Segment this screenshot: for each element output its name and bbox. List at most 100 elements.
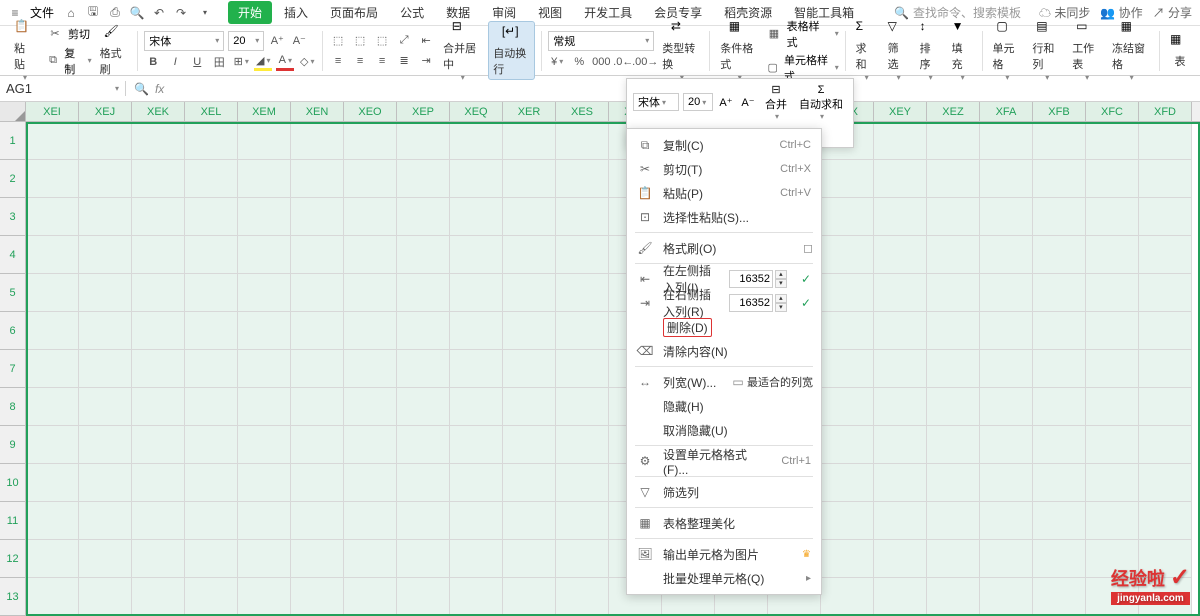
cell[interactable] [238, 312, 291, 350]
insert-right-count[interactable] [729, 294, 773, 312]
tab-insert[interactable]: 插入 [274, 1, 318, 24]
cell[interactable] [821, 160, 874, 198]
row-header[interactable]: 13 [0, 578, 26, 616]
cell[interactable] [26, 122, 79, 160]
strike-button[interactable]: 田 [210, 53, 228, 71]
cell[interactable] [450, 122, 503, 160]
cell[interactable] [1139, 312, 1192, 350]
cell[interactable] [344, 540, 397, 578]
cell[interactable] [450, 426, 503, 464]
cell[interactable] [238, 502, 291, 540]
cell[interactable] [821, 312, 874, 350]
cell[interactable] [291, 350, 344, 388]
cell[interactable] [874, 464, 927, 502]
cell[interactable] [556, 388, 609, 426]
cell[interactable] [1033, 540, 1086, 578]
cell[interactable] [185, 122, 238, 160]
cell[interactable] [291, 464, 344, 502]
cell[interactable] [185, 274, 238, 312]
zoom-fx-icon[interactable]: 🔍 [134, 82, 149, 96]
cell[interactable] [79, 198, 132, 236]
cell[interactable] [344, 388, 397, 426]
cell[interactable] [1086, 502, 1139, 540]
cell[interactable] [79, 350, 132, 388]
cell[interactable] [927, 160, 980, 198]
cell[interactable] [1033, 426, 1086, 464]
cell[interactable] [1086, 122, 1139, 160]
percent-icon[interactable]: % [570, 53, 588, 71]
cell[interactable] [185, 312, 238, 350]
cell[interactable] [185, 426, 238, 464]
cell[interactable] [874, 274, 927, 312]
cell[interactable] [132, 274, 185, 312]
cell[interactable] [450, 198, 503, 236]
cell[interactable] [397, 236, 450, 274]
cell[interactable] [238, 578, 291, 616]
cell[interactable] [927, 274, 980, 312]
cell[interactable] [503, 236, 556, 274]
cell[interactable] [927, 236, 980, 274]
fill-color-button[interactable]: ◢▾ [254, 53, 272, 71]
cell[interactable] [291, 312, 344, 350]
cell[interactable] [238, 350, 291, 388]
cell[interactable] [26, 350, 79, 388]
share-button[interactable]: ↗ 分享 [1153, 4, 1192, 21]
cell[interactable] [344, 274, 397, 312]
cell[interactable] [503, 312, 556, 350]
spin-up[interactable]: ▴ [775, 270, 787, 279]
row-header[interactable]: 6 [0, 312, 26, 350]
cell[interactable] [450, 160, 503, 198]
cell[interactable] [874, 236, 927, 274]
cell-button[interactable]: ▢单元格▾ [989, 17, 1025, 84]
ctx-paste-special[interactable]: ⊡选择性粘贴(S)... [627, 205, 821, 229]
cell[interactable] [503, 122, 556, 160]
cell[interactable] [132, 464, 185, 502]
cell[interactable] [874, 578, 927, 616]
col-header[interactable]: XES [556, 102, 609, 121]
cell[interactable] [1086, 274, 1139, 312]
save-icon[interactable]: 🖫 [84, 4, 102, 22]
cell[interactable] [556, 350, 609, 388]
cell[interactable] [397, 122, 450, 160]
cell[interactable] [556, 274, 609, 312]
cell[interactable] [291, 540, 344, 578]
cell[interactable] [26, 502, 79, 540]
cell[interactable] [1033, 236, 1086, 274]
cell[interactable] [291, 502, 344, 540]
cell[interactable] [1139, 350, 1192, 388]
cell[interactable] [26, 198, 79, 236]
cell[interactable] [980, 236, 1033, 274]
cell[interactable] [450, 350, 503, 388]
inc-decimal-icon[interactable]: .0← [614, 53, 632, 71]
ctx-export-img[interactable]: 🖼输出单元格为图片♛ [627, 542, 821, 566]
redo-icon[interactable]: ↷ [172, 4, 190, 22]
cell[interactable] [450, 502, 503, 540]
currency-icon[interactable]: ¥▾ [548, 53, 566, 71]
cell[interactable] [238, 274, 291, 312]
cell[interactable] [927, 312, 980, 350]
cell[interactable] [1139, 122, 1192, 160]
border-button[interactable]: ⊞▾ [232, 53, 250, 71]
cell[interactable] [1139, 236, 1192, 274]
cell[interactable] [132, 426, 185, 464]
cell[interactable] [291, 274, 344, 312]
tab-formula[interactable]: 公式 [390, 1, 434, 24]
cell[interactable] [26, 464, 79, 502]
cell[interactable] [185, 464, 238, 502]
cell[interactable] [874, 426, 927, 464]
align-right-icon[interactable]: ≡ [373, 52, 391, 70]
cell[interactable] [503, 198, 556, 236]
preview-icon[interactable]: 🔍 [128, 4, 146, 22]
cell[interactable] [556, 578, 609, 616]
ctx-format-painter[interactable]: 🖌格式刷(O)◻ [627, 236, 821, 260]
ctx-format-cells[interactable]: ⚙设置单元格格式(F)...Ctrl+1 [627, 449, 821, 473]
cell[interactable] [185, 540, 238, 578]
rowcol-button[interactable]: ▤行和列▾ [1028, 17, 1064, 84]
cell[interactable] [79, 312, 132, 350]
cell[interactable] [980, 578, 1033, 616]
clear-format-button[interactable]: ◇▾ [298, 53, 316, 71]
cell[interactable] [291, 236, 344, 274]
name-box[interactable]: AG1▾ [0, 81, 126, 96]
cell[interactable] [26, 160, 79, 198]
cell[interactable] [980, 350, 1033, 388]
